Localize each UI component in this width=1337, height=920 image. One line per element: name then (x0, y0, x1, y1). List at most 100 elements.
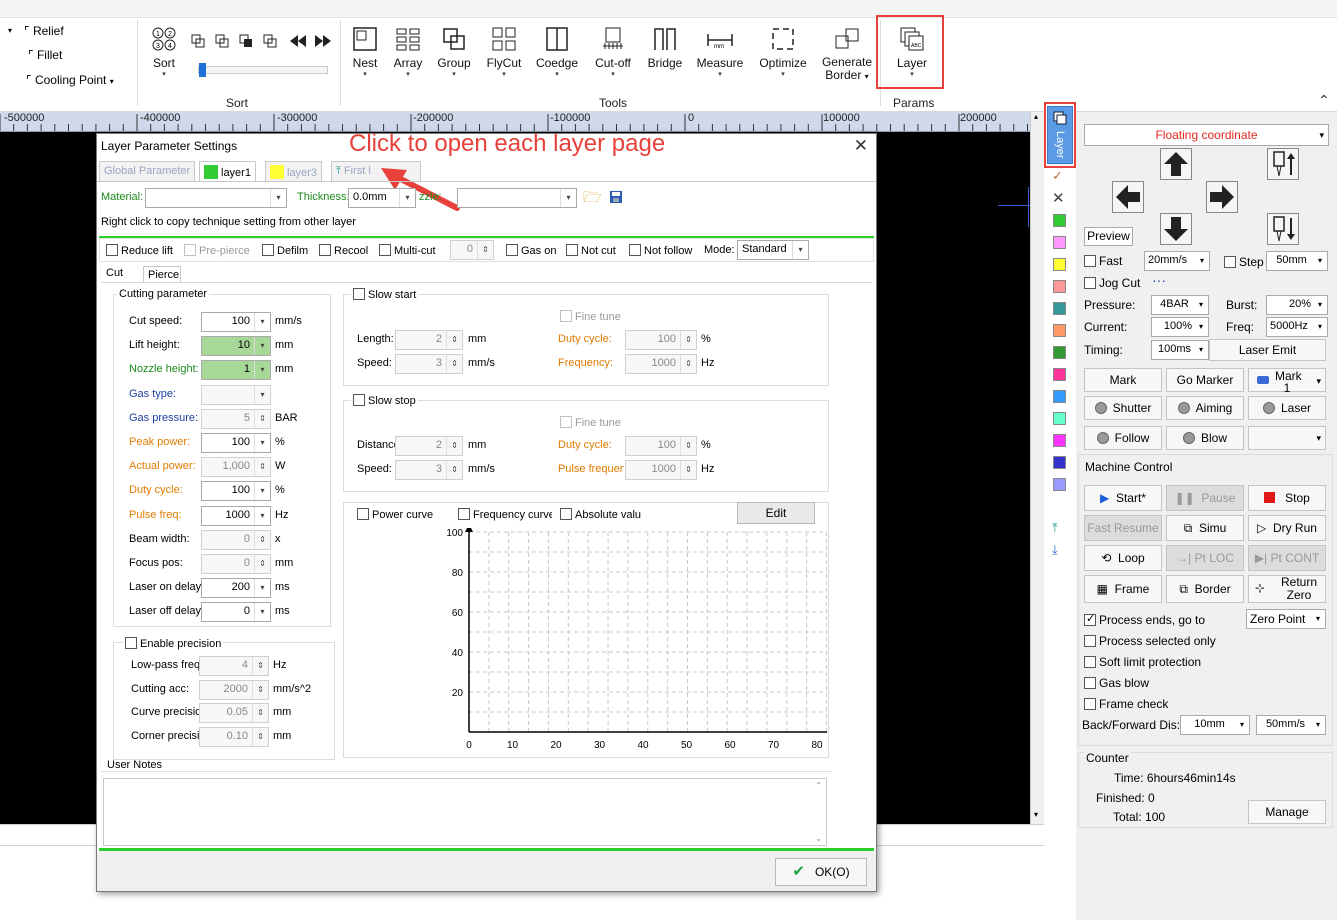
layer-color-swatch[interactable] (1053, 258, 1066, 271)
checkmark-icon[interactable]: ✓ (1052, 168, 1063, 184)
follow-button[interactable]: Follow (1084, 426, 1162, 450)
slow-stop-duty-input[interactable]: 100 ⇕ (625, 436, 697, 456)
cut-param-input[interactable]: 1,000 ⇕ (201, 457, 271, 478)
absolute-value-checkbox[interactable]: Absolute valu (560, 508, 641, 521)
current-select[interactable]: 100% ▾ (1151, 317, 1209, 337)
thickness-select[interactable]: 0.0mm ▾ (348, 188, 416, 208)
spinner-icon[interactable]: ⇕ (680, 331, 696, 349)
cut-param-input[interactable]: 1000 ▾ (201, 505, 271, 526)
nozzle-select[interactable]: ▾ (457, 188, 577, 208)
spinner-icon[interactable]: ⇕ (446, 461, 462, 479)
shutter-button[interactable]: Shutter (1084, 396, 1162, 420)
move-up-button[interactable] (1160, 148, 1192, 180)
slow-start-speed-input[interactable]: 3 ⇕ (395, 354, 463, 374)
aiming-button[interactable]: Aiming (1166, 396, 1244, 420)
spinner-icon[interactable]: ⇕ (477, 241, 493, 259)
chevron-down-icon[interactable]: ▾ (254, 603, 270, 622)
layer-color-swatch[interactable] (1053, 324, 1066, 337)
chevron-down-icon[interactable]: ▾ (254, 579, 270, 598)
sort-slider[interactable] (198, 63, 328, 77)
measure-button[interactable]: mm Measure ▾ (696, 26, 744, 78)
expand-arrow-icon[interactable]: ▾ (8, 26, 12, 35)
pt-loc-button[interactable]: →| Pt LOC (1166, 545, 1244, 571)
chevron-down-icon[interactable]: ▾ (254, 361, 270, 380)
layer-color-swatch[interactable] (1053, 478, 1066, 491)
timing-select[interactable]: 100ms ▾ (1151, 340, 1209, 360)
precision-param-input[interactable]: 2000 ⇕ (199, 679, 269, 700)
layer-color-swatch[interactable] (1053, 236, 1066, 249)
process-ends-checkbox[interactable]: Process ends, go to (1084, 612, 1205, 627)
slow-start-checkbox[interactable]: Slow start (351, 288, 419, 301)
cut-param-input[interactable]: 100 ▾ (201, 312, 271, 332)
stop-button[interactable]: Stop (1248, 485, 1326, 511)
dry-run-button[interactable]: ▷ Dry Run (1248, 515, 1326, 541)
nest-button[interactable]: Nest ▾ (348, 26, 382, 78)
optimize-button[interactable]: Optimize ▾ (756, 26, 810, 78)
chevron-down-icon[interactable]: ▾ (254, 434, 270, 452)
cut-param-input[interactable]: 0 ⇕ (201, 554, 271, 574)
layer-tab[interactable]: Layer (1047, 106, 1073, 164)
simu-button[interactable]: ⧉ Simu (1166, 515, 1244, 541)
mode-select[interactable]: Standard ▾ (737, 240, 809, 260)
pt-cont-button[interactable]: ▶| Pt CONT (1248, 545, 1326, 571)
slow-stop-frequency-input[interactable]: 1000 ⇕ (625, 460, 697, 480)
slow-start-fine-tune-checkbox[interactable]: Fine tune (560, 310, 621, 323)
precision-param-input[interactable]: 0.10 ⇕ (199, 727, 269, 748)
step-select[interactable]: 50mm ▾ (1266, 251, 1328, 271)
move-top-icon[interactable]: ⤒ (1052, 520, 1058, 536)
layer-color-swatch[interactable] (1053, 280, 1066, 293)
back-forward-distance-select[interactable]: 10mm ▾ (1180, 715, 1250, 735)
reduce-lift-checkbox[interactable]: Reduce lift (106, 244, 173, 257)
ok-button[interactable]: ✔ OK(O) (775, 858, 867, 886)
soft-limit-checkbox[interactable]: Soft limit protection (1084, 655, 1201, 669)
cooling-point-button[interactable]: ⌜ Cooling Point ▾ (26, 73, 114, 87)
move-right-button[interactable] (1206, 181, 1238, 213)
scroll-down-icon[interactable]: ▾ (1034, 810, 1038, 819)
fast-resume-button[interactable]: Fast Resume (1084, 515, 1162, 541)
move-bottom-icon[interactable]: ⤓ (1052, 542, 1058, 558)
move-down-button[interactable] (1160, 213, 1192, 245)
manage-button[interactable]: Manage (1248, 800, 1326, 824)
preview-button[interactable]: Preview (1084, 227, 1133, 246)
delete-layer-icon[interactable]: ✕ (1052, 189, 1065, 207)
go-marker-button[interactable]: Go Marker (1166, 368, 1244, 392)
gas-blow-checkbox[interactable]: Gas blow (1084, 676, 1149, 690)
coedge-button[interactable]: Coedge ▾ (534, 26, 580, 78)
cut-param-input[interactable]: 5 ⇕ (201, 408, 271, 429)
defilm-checkbox[interactable]: Defilm (262, 244, 308, 257)
edit-curve-button[interactable]: Edit (737, 502, 815, 524)
blow-button[interactable]: Blow (1166, 426, 1244, 450)
spinner-icon[interactable]: ⇕ (680, 355, 696, 373)
subtab-pierce[interactable]: Pierce (143, 266, 181, 283)
sort-button[interactable]: 1234 Sort ▾ (148, 26, 180, 78)
cut-param-input[interactable]: 200 ▾ (201, 578, 271, 599)
z-up-button[interactable] (1267, 148, 1299, 180)
generate-border-button[interactable]: Generate Border ▾ (820, 26, 874, 83)
move-left-button[interactable] (1112, 181, 1144, 213)
not-cut-checkbox[interactable]: Not cut (566, 244, 616, 257)
process-ends-select[interactable]: Zero Point ▾ (1246, 609, 1326, 629)
layer-color-swatch[interactable] (1053, 346, 1066, 359)
spinner-icon[interactable]: ⇕ (252, 704, 268, 723)
slow-stop-fine-tune-checkbox[interactable]: Fine tune (560, 416, 621, 429)
laser-button[interactable]: Laser (1248, 396, 1326, 420)
frame-button[interactable]: ▦ Frame (1084, 575, 1162, 603)
tab-layer1[interactable]: layer1 (199, 161, 256, 181)
multi-cut-checkbox[interactable]: Multi-cut (379, 244, 436, 257)
save-icon[interactable] (609, 190, 623, 204)
precision-param-input[interactable]: 4 ⇕ (199, 656, 269, 676)
frequency-curve-checkbox[interactable]: Frequency curve (458, 508, 552, 521)
relief-button[interactable]: ⌜ Relief (24, 24, 64, 38)
spinner-icon[interactable]: ⇕ (252, 657, 268, 675)
return-zero-button[interactable]: ⊹ Return Zero (1248, 575, 1326, 603)
laser-emit-button[interactable]: Laser Emit (1209, 339, 1326, 361)
slow-stop-checkbox[interactable]: Slow stop (351, 394, 418, 407)
sort-order-icons[interactable] (190, 32, 335, 50)
mark1-select[interactable]: Mark 1 ▾ (1248, 368, 1326, 394)
border-button[interactable]: ⧉ Border (1166, 575, 1244, 603)
chevron-down-icon[interactable]: ▾ (254, 337, 270, 356)
layer-color-swatch[interactable] (1053, 368, 1066, 381)
spinner-icon[interactable]: ⇕ (252, 680, 268, 699)
cut-param-input[interactable]: 0 ▾ (201, 602, 271, 623)
coordinate-mode-select[interactable]: Floating coordinate ▾ (1084, 124, 1329, 146)
